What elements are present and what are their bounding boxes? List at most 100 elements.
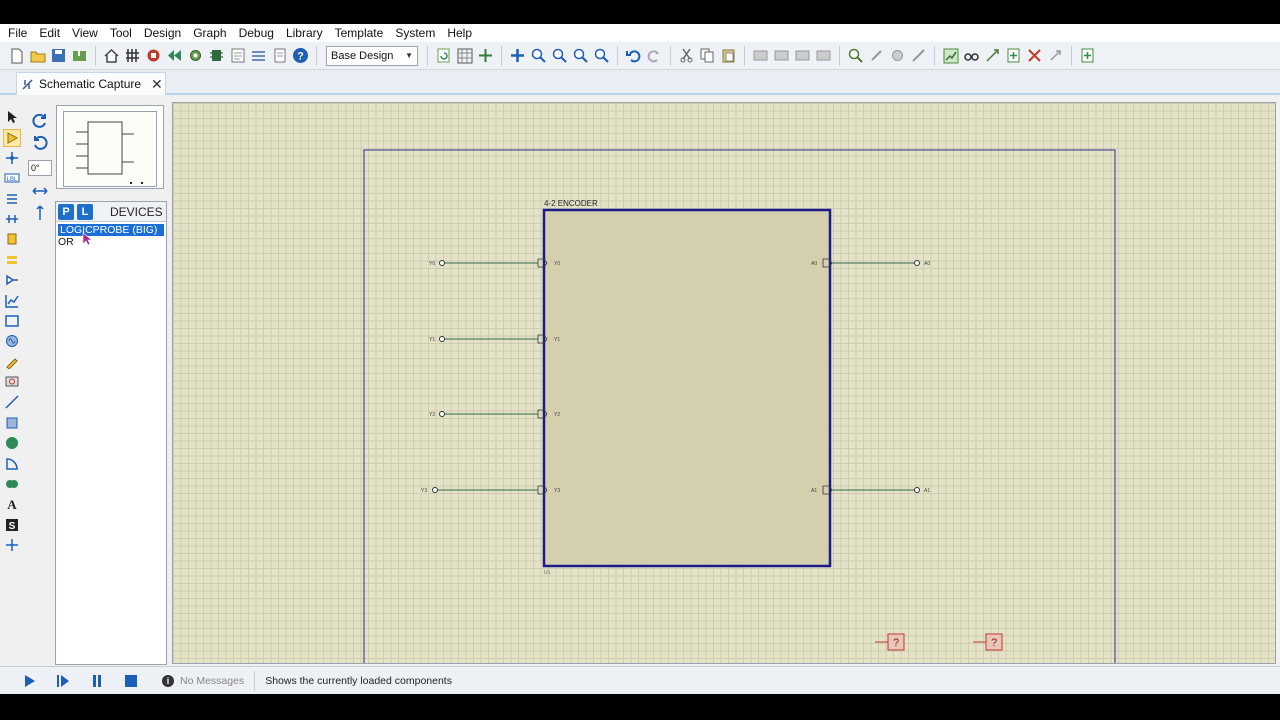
- design-variant-select[interactable]: Base Design ▼: [326, 45, 418, 66]
- undo-icon[interactable]: [625, 47, 643, 65]
- zoom-out-icon[interactable]: [551, 47, 569, 65]
- menu-edit[interactable]: Edit: [33, 24, 66, 42]
- property-assign-icon[interactable]: [984, 47, 1002, 65]
- input-wire-y0[interactable]: [439, 258, 548, 268]
- zoom-all-icon[interactable]: [572, 47, 590, 65]
- rotate-anticlockwise-icon[interactable]: [30, 133, 50, 153]
- schematic-canvas[interactable]: 4-2 ENCODER U1 Y0 Y0 Y1 Y1 Y2 Y2 Y3 Y3 A…: [172, 102, 1276, 664]
- text-script-icon[interactable]: [3, 190, 21, 208]
- arc-2d-icon[interactable]: [3, 455, 21, 473]
- generator-icon[interactable]: [3, 332, 21, 350]
- list-item-or[interactable]: OR: [56, 236, 166, 248]
- pick-device-icon[interactable]: [847, 47, 865, 65]
- symbol-2d-icon[interactable]: S: [3, 516, 21, 534]
- stop-record-icon[interactable]: [145, 47, 163, 65]
- menu-debug[interactable]: Debug: [233, 24, 280, 42]
- block-move-icon[interactable]: [773, 47, 791, 65]
- line-2d-icon[interactable]: [3, 393, 21, 411]
- library-manager-button[interactable]: L: [77, 203, 93, 220]
- wire-label-icon[interactable]: LBL: [3, 169, 21, 187]
- open-folder-icon[interactable]: [29, 47, 47, 65]
- pick-devices-button[interactable]: P: [58, 203, 74, 220]
- output-wire-a1[interactable]: [822, 485, 920, 495]
- make-device-icon[interactable]: [868, 47, 886, 65]
- document-icon[interactable]: [271, 47, 289, 65]
- selection-mode-icon[interactable]: [3, 108, 21, 126]
- rotation-angle-input[interactable]: 0°: [28, 160, 52, 176]
- terminal-icon[interactable]: [3, 251, 21, 269]
- rotate-clockwise-icon[interactable]: [30, 111, 50, 131]
- mirror-vertical-icon[interactable]: [30, 203, 50, 223]
- menu-tool[interactable]: Tool: [104, 24, 138, 42]
- netlist-icon[interactable]: [250, 47, 268, 65]
- grid-icon[interactable]: [456, 47, 474, 65]
- stop-button[interactable]: [120, 670, 142, 692]
- tab-schematic-capture[interactable]: Schematic Capture ✕: [16, 72, 166, 95]
- block-rotate-icon[interactable]: [794, 47, 812, 65]
- junction-dot-icon[interactable]: [3, 149, 21, 167]
- bom-icon[interactable]: [229, 47, 247, 65]
- decompose-icon[interactable]: [910, 47, 928, 65]
- output-wire-a0[interactable]: [822, 258, 920, 268]
- zoom-area-icon[interactable]: [593, 47, 611, 65]
- encoder-component[interactable]: [542, 208, 832, 568]
- pcb-layout-icon[interactable]: [124, 47, 142, 65]
- home-icon[interactable]: [103, 47, 121, 65]
- close-icon[interactable]: ✕: [151, 76, 163, 93]
- menu-file[interactable]: File: [2, 24, 33, 42]
- block-delete-icon[interactable]: [815, 47, 833, 65]
- save-icon[interactable]: [50, 47, 68, 65]
- play-button[interactable]: [18, 670, 40, 692]
- design-explorer-icon[interactable]: [1079, 47, 1097, 65]
- paste-icon[interactable]: [720, 47, 738, 65]
- bus-icon[interactable]: [3, 210, 21, 228]
- circle-2d-icon[interactable]: [3, 434, 21, 452]
- redo-icon[interactable]: [646, 47, 664, 65]
- rewind-icon[interactable]: [166, 47, 184, 65]
- path-2d-icon[interactable]: [3, 475, 21, 493]
- subcircuit-icon[interactable]: [3, 230, 21, 248]
- cut-icon[interactable]: [678, 47, 696, 65]
- input-wire-y2[interactable]: [439, 409, 548, 419]
- copy-icon[interactable]: [699, 47, 717, 65]
- refresh-icon[interactable]: [435, 47, 453, 65]
- graph-icon[interactable]: [3, 292, 21, 310]
- menu-view[interactable]: View: [66, 24, 104, 42]
- component-mode-icon[interactable]: [3, 128, 21, 147]
- mirror-horizontal-icon[interactable]: [30, 181, 50, 201]
- virtual-instrument-icon[interactable]: [3, 373, 21, 391]
- remove-sheet-icon[interactable]: [1026, 47, 1044, 65]
- new-file-icon[interactable]: [8, 47, 26, 65]
- menu-design[interactable]: Design: [138, 24, 187, 42]
- message-indicator[interactable]: i No Messages: [162, 674, 244, 687]
- tape-recorder-icon[interactable]: [3, 312, 21, 330]
- block-copy-icon[interactable]: [752, 47, 770, 65]
- list-item-logicprobe-big[interactable]: LOGICPROBE (BIG): [58, 224, 164, 236]
- menu-template[interactable]: Template: [329, 24, 390, 42]
- voltage-probe-icon[interactable]: [3, 353, 21, 371]
- logic-probe-1[interactable]: [875, 633, 905, 651]
- device-pin-icon[interactable]: [3, 271, 21, 289]
- import-icon[interactable]: [71, 47, 89, 65]
- box-2d-icon[interactable]: [3, 414, 21, 432]
- input-wire-y1[interactable]: [439, 334, 548, 344]
- text-2d-icon[interactable]: A: [3, 495, 21, 513]
- menu-help[interactable]: Help: [441, 24, 478, 42]
- pause-button[interactable]: [86, 670, 108, 692]
- exit-to-parent-icon[interactable]: [1047, 47, 1065, 65]
- origin-icon[interactable]: [477, 47, 495, 65]
- wire-autorouter-icon[interactable]: [942, 47, 960, 65]
- gear-icon[interactable]: [187, 47, 205, 65]
- menu-graph[interactable]: Graph: [187, 24, 232, 42]
- help-icon[interactable]: ?: [292, 47, 310, 65]
- pan-icon[interactable]: [509, 47, 527, 65]
- menu-system[interactable]: System: [389, 24, 441, 42]
- marker-icon[interactable]: [3, 536, 21, 554]
- input-wire-y3[interactable]: [432, 485, 548, 495]
- new-sheet-icon[interactable]: [1005, 47, 1023, 65]
- menu-library[interactable]: Library: [280, 24, 329, 42]
- step-button[interactable]: [52, 670, 74, 692]
- search-tag-icon[interactable]: [963, 47, 981, 65]
- packaging-tool-icon[interactable]: [889, 47, 907, 65]
- logic-probe-2[interactable]: [973, 633, 1003, 651]
